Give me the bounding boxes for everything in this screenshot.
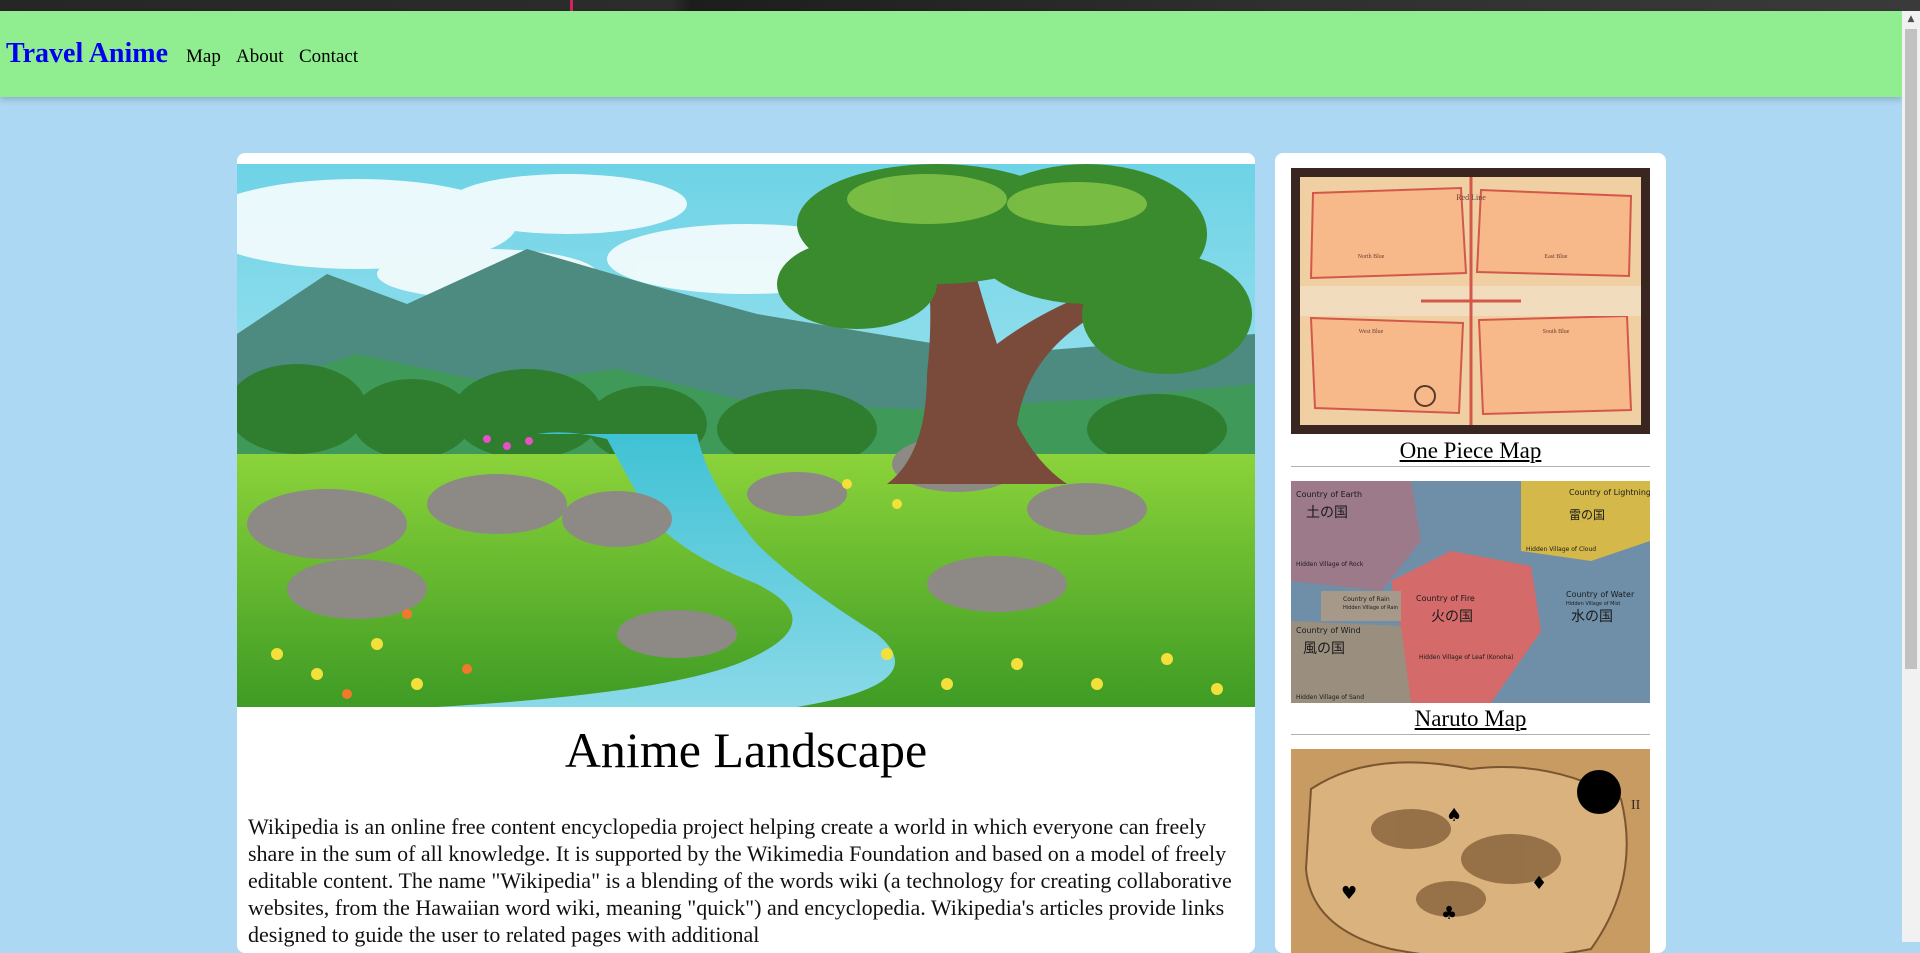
top-strip-accent	[570, 0, 573, 11]
nav-link-contact[interactable]: Contact	[299, 46, 358, 68]
naruto-text-5: 雷の国	[1569, 508, 1605, 522]
map-text-north-blue: North Blue	[1358, 254, 1385, 260]
naruto-map-link[interactable]: Naruto Map	[1291, 706, 1650, 735]
svg-text:♣: ♣	[1441, 903, 1457, 924]
article-title: Anime Landscape	[564, 722, 928, 778]
map-text-east-blue: East Blue	[1544, 254, 1567, 260]
svg-text:♥: ♥	[1341, 883, 1357, 904]
naruto-text-15: Country of Wind	[1296, 626, 1361, 635]
navbar: Travel Anime Map About Contact	[0, 11, 1902, 97]
one-piece-map-image: Red Line North Blue East Blue West Blue …	[1291, 168, 1650, 434]
page-scrollbar[interactable]: ▲	[1902, 11, 1920, 942]
black-clover-map-text: II	[1631, 798, 1641, 813]
naruto-text-8: Hidden Village of Rain	[1343, 605, 1398, 611]
naruto-text-6: Hidden Village of Cloud	[1526, 546, 1596, 553]
naruto-text-4: Country of Lightning	[1569, 488, 1650, 497]
maps-sidebar: Red Line North Blue East Blue West Blue …	[1275, 153, 1666, 953]
naruto-text-13: Hidden Village of Mist	[1566, 601, 1620, 607]
naruto-text-12: Country of Water	[1566, 590, 1635, 599]
scrollbar-thumb[interactable]	[1905, 29, 1917, 669]
map-text-west-blue: West Blue	[1359, 329, 1384, 335]
naruto-text-16: 風の国	[1303, 641, 1345, 657]
svg-text:♠: ♠	[1446, 805, 1462, 826]
main-card: Anime Landscape Wikipedia is an online f…	[237, 153, 1255, 953]
nav-link-map[interactable]: Map	[186, 46, 221, 68]
naruto-text-9: Country of Fire	[1416, 594, 1475, 603]
svg-text:♦: ♦	[1531, 873, 1547, 894]
nav-link-about[interactable]: About	[236, 46, 284, 68]
map-text-south-blue: South Blue	[1543, 329, 1570, 335]
naruto-map-image: Country of Earth 土の国 Hidden Village of R…	[1291, 481, 1650, 703]
brand-link[interactable]: Travel Anime	[6, 38, 168, 70]
naruto-text-10: 火の国	[1431, 609, 1473, 625]
black-clover-map-image: II ♠ ♥ ♦ ♣	[1291, 749, 1650, 953]
one-piece-map-link[interactable]: One Piece Map	[1291, 438, 1650, 467]
article-paragraph: Wikipedia is an online free content ency…	[248, 814, 1232, 947]
naruto-text-17: Hidden Village of Sand	[1296, 694, 1364, 701]
scroll-up-arrow-icon[interactable]: ▲	[1902, 11, 1920, 28]
naruto-text-7: Country of Rain	[1343, 596, 1390, 603]
naruto-text-1: Country of Earth	[1296, 490, 1362, 499]
naruto-text-14: 水の国	[1571, 609, 1613, 625]
landscape-image	[237, 164, 1255, 707]
browser-top-strip	[0, 0, 1920, 11]
naruto-text-11: Hidden Village of Leaf (Konoha)	[1419, 654, 1514, 661]
map-text-red-line: Red Line	[1456, 193, 1486, 202]
naruto-text-3: Hidden Village of Rock	[1296, 561, 1364, 568]
naruto-text-2: 土の国	[1306, 505, 1348, 521]
